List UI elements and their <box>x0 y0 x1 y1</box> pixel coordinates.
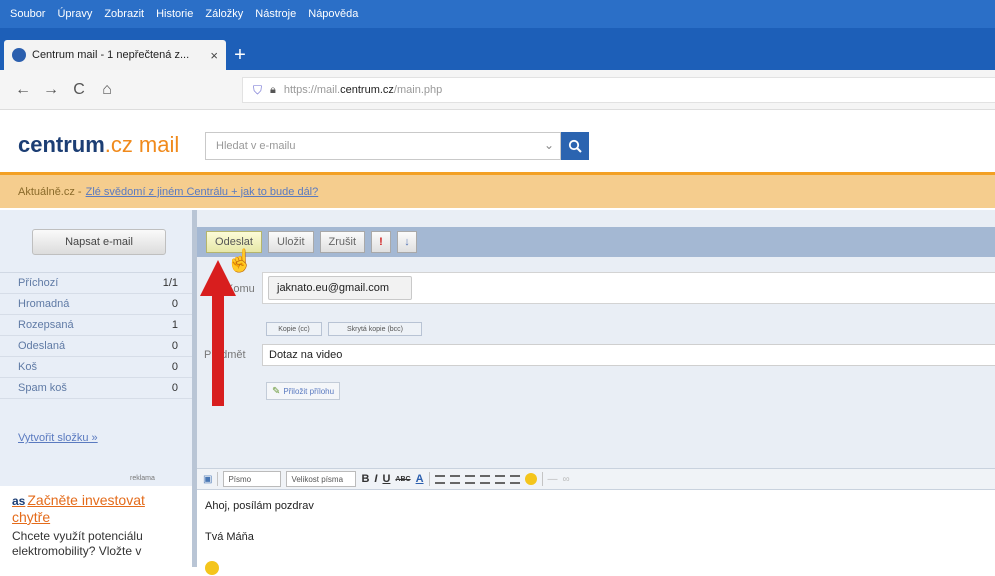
editor-toolbar: ▣ Písmo Velikost písma B I U ABC A — ∞ <box>197 468 995 490</box>
bold-button[interactable]: B <box>361 473 369 485</box>
url-text: https://mail.centrum.cz/main.php <box>283 84 443 96</box>
save-button[interactable]: Uložit <box>268 231 314 253</box>
compose-toolbar: Odeslat Uložit Zrušit ! ↓ <box>197 227 995 257</box>
font-select[interactable]: Písmo <box>223 471 282 487</box>
cc-button[interactable]: Kopie (cc) <box>266 322 322 336</box>
attach-button[interactable]: ✎ Přiložit přílohu <box>266 382 341 400</box>
sidebar: Napsat e-mail Příchozí 1/1 Hromadná 0 Roze… <box>0 210 192 576</box>
high-priority-button[interactable]: ! <box>371 231 392 253</box>
paperclip-icon: ✎ <box>272 385 281 397</box>
chevron-down-icon[interactable]: ⌄ <box>544 138 554 152</box>
folder-list: Příchozí 1/1 Hromadná 0 Rozepsaná 1 Odeslan… <box>0 272 192 399</box>
low-priority-button[interactable]: ↓ <box>397 231 418 253</box>
banner-source: Aktuálně.cz - <box>18 185 82 198</box>
body-line: Ahoj, posílám pozdrav <box>205 500 314 512</box>
close-tab-icon[interactable]: × <box>210 48 218 63</box>
ad-title[interactable]: as Začněte investovat chytře <box>12 492 182 525</box>
image-icon[interactable]: ▣ <box>203 474 212 485</box>
reload-button[interactable]: C <box>68 79 90 101</box>
font-size-select[interactable]: Velikost písma <box>286 471 357 487</box>
site-header: centrum.cz mail Hledat v e-mailu ⌄ <box>0 110 995 170</box>
red-arrow-annotation <box>200 260 236 406</box>
compose-button[interactable]: Napsat e-mail <box>32 229 166 255</box>
toolbar-separator <box>541 472 543 486</box>
folder-bulk[interactable]: Hromadná 0 <box>0 294 192 315</box>
url-bar[interactable]: ⛉ 🔒︎ https://mail.centrum.cz/main.php <box>242 77 995 103</box>
bullet-list-icon[interactable] <box>494 474 505 484</box>
body-line: Tvá Máňa <box>205 531 254 543</box>
menu-file[interactable]: Soubor <box>10 8 45 20</box>
folder-trash[interactable]: Koš 0 <box>0 357 192 378</box>
search-icon <box>568 139 582 153</box>
recipient-chip[interactable]: jaknato.eu@gmail.com <box>268 276 412 300</box>
news-banner: Aktuálně.cz - Zlé svědomí z jiném Centrá… <box>0 172 995 208</box>
ad-text: Chcete využít potenciálu elektromobility… <box>12 529 143 558</box>
align-left-icon[interactable] <box>434 474 445 484</box>
centrum-logo[interactable]: centrum.cz mail <box>18 132 179 158</box>
strikethrough-button[interactable]: ABC <box>395 476 410 483</box>
underline-button[interactable]: U <box>382 473 390 485</box>
menu-bar: Soubor Úpravy Zobrazit Historie Záložky … <box>0 0 995 28</box>
folder-drafts[interactable]: Rozepsaná 1 <box>0 315 192 336</box>
bcc-button[interactable]: Skrytá kopie (bcc) <box>328 322 422 336</box>
italic-button[interactable]: I <box>374 473 377 485</box>
forward-button[interactable]: → <box>40 79 62 101</box>
search-button[interactable] <box>561 132 589 160</box>
align-right-icon[interactable] <box>464 474 475 484</box>
home-button[interactable]: ⌂ <box>96 79 118 101</box>
folder-spam[interactable]: Spam koš 0 <box>0 378 192 399</box>
subject-input[interactable]: Dotaz na video <box>262 344 995 366</box>
align-center-icon[interactable] <box>449 474 460 484</box>
menu-bookmarks[interactable]: Záložky <box>205 8 243 20</box>
advertisement[interactable]: as Začněte investovat chytře Chcete využí… <box>0 486 192 576</box>
toolbar-separator <box>428 472 430 486</box>
lock-icon: 🔒︎ <box>270 83 276 96</box>
ad-label: reklama <box>130 475 155 482</box>
tab-strip: Centrum mail - 1 nepřečtená z... × + <box>0 28 995 70</box>
message-body[interactable]: Ahoj, posílám pozdrav Tvá Máňa <box>197 490 995 575</box>
emoji-icon[interactable] <box>524 473 537 485</box>
smiley-emoji-icon <box>205 561 219 575</box>
menu-history[interactable]: Historie <box>156 8 193 20</box>
folder-sent[interactable]: Odeslaná 0 <box>0 336 192 357</box>
banner-link[interactable]: Zlé svědomí z jiném Centrálu + jak to bu… <box>86 186 319 198</box>
menu-view[interactable]: Zobrazit <box>104 8 144 20</box>
menu-help[interactable]: Nápověda <box>308 8 358 20</box>
browser-tab[interactable]: Centrum mail - 1 nepřečtená z... × <box>4 40 226 70</box>
menu-edit[interactable]: Úpravy <box>57 8 92 20</box>
folder-inbox[interactable]: Příchozí 1/1 <box>0 273 192 294</box>
align-justify-icon[interactable] <box>479 474 490 484</box>
toolbar-separator <box>217 472 219 486</box>
create-folder-link[interactable]: Vytvořit složku » <box>18 432 98 444</box>
text-color-button[interactable]: A <box>416 473 424 485</box>
numbered-list-icon[interactable] <box>509 474 520 484</box>
favicon-icon <box>12 48 26 62</box>
horizontal-rule-icon[interactable]: — <box>548 474 558 485</box>
cancel-button[interactable]: Zrušit <box>319 231 366 253</box>
navigation-bar: ← → C ⌂ ⛉ 🔒︎ https://mail.centrum.cz/mai… <box>0 70 995 110</box>
tab-title: Centrum mail - 1 nepřečtená z... <box>32 49 190 61</box>
back-button[interactable]: ← <box>12 79 34 101</box>
new-tab-button[interactable]: + <box>226 40 254 70</box>
menu-tools[interactable]: Nástroje <box>255 8 296 20</box>
link-icon[interactable]: ∞ <box>563 474 570 485</box>
mail-search-input[interactable]: Hledat v e-mailu ⌄ <box>205 132 561 160</box>
shield-icon: ⛉ <box>253 82 263 97</box>
